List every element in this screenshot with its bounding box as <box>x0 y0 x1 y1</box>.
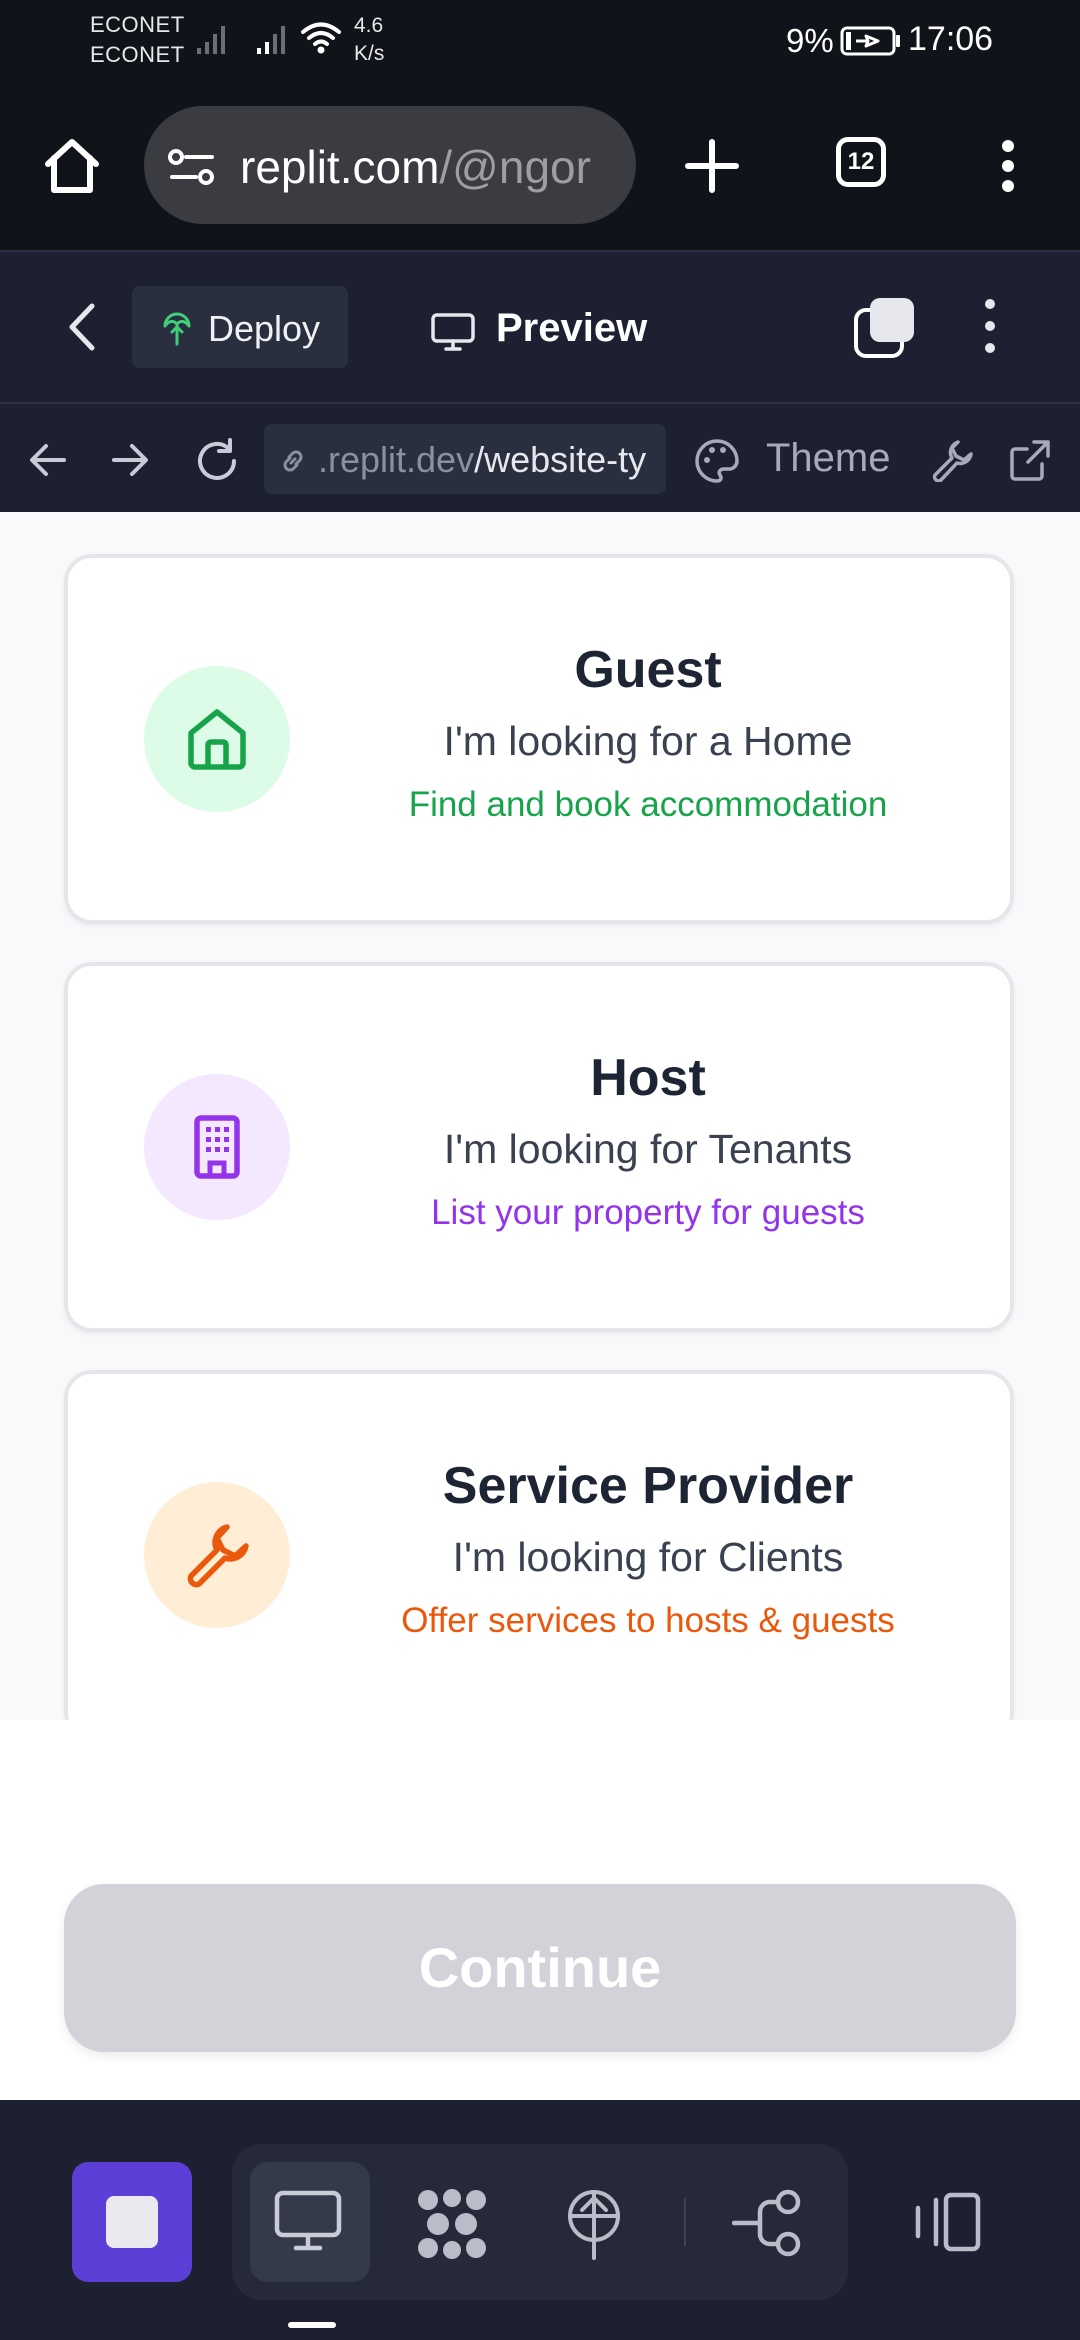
url-text: replit.com/@ngor <box>240 140 620 194</box>
plus-icon[interactable] <box>684 138 740 194</box>
role-text: Service Provider I'm looking for Clients… <box>328 1374 968 1642</box>
home-indicator <box>288 2322 336 2328</box>
network-speed-value: 4.6 <box>354 14 384 37</box>
battery-percent: 9% <box>786 22 834 59</box>
home-icon[interactable] <box>42 136 102 196</box>
role-title: Guest <box>574 641 722 699</box>
webview-url-bar[interactable]: .replit.dev/website-ty <box>264 424 666 494</box>
deploy-label: Deploy <box>208 308 321 349</box>
role-subtitle: I'm looking for Clients <box>452 1534 844 1580</box>
status-bar: ECONET ECONET 4.6 K/s 9% 17:06 <box>0 0 1080 80</box>
more-vertical-icon[interactable] <box>980 296 1000 356</box>
webview-url-path: /website-ty <box>474 439 647 480</box>
role-icon-badge <box>144 1074 290 1220</box>
site-settings-icon[interactable] <box>168 148 216 186</box>
address-bar[interactable]: replit.com/@ngor <box>144 106 636 224</box>
stop-icon <box>106 2196 158 2248</box>
role-card-service-provider[interactable]: Service Provider I'm looking for Clients… <box>64 1370 1014 1740</box>
more-vertical-icon[interactable] <box>996 138 1020 194</box>
role-text: Guest I'm looking for a Home Find and bo… <box>328 558 968 826</box>
url-path: /@ngor <box>439 141 591 193</box>
wrench-icon[interactable] <box>930 438 974 482</box>
webview-toolbar: .replit.dev/website-ty Theme <box>0 402 1080 514</box>
stop-button[interactable] <box>72 2162 192 2282</box>
role-description: List your property for guests <box>431 1193 865 1232</box>
network-speed-unit: K/s <box>354 42 385 65</box>
external-link-icon[interactable] <box>1008 438 1052 482</box>
carrier-name-2: ECONET <box>90 42 185 67</box>
role-text: Host I'm looking for Tenants List your p… <box>328 966 968 1234</box>
continue-area: Continue <box>0 1720 1080 2100</box>
role-icon-badge <box>144 666 290 812</box>
role-selection-page: Guest I'm looking for a Home Find and bo… <box>0 512 1080 1740</box>
role-subtitle: I'm looking for Tenants <box>443 1126 853 1172</box>
role-subtitle: I'm looking for a Home <box>443 718 853 764</box>
tool-switcher <box>232 2144 848 2300</box>
carrier-name-1: ECONET <box>90 12 185 37</box>
url-host: replit.com <box>240 141 440 193</box>
wrench-icon <box>187 1524 249 1588</box>
reload-icon[interactable] <box>194 438 240 484</box>
monitor-icon <box>431 313 475 351</box>
replit-bottom-bar <box>0 2100 1080 2340</box>
theme-label: Theme <box>766 436 891 480</box>
git-branch-icon[interactable] <box>732 2188 804 2258</box>
role-title: Service Provider <box>442 1457 854 1515</box>
role-title: Host <box>590 1049 706 1107</box>
chevron-left-icon[interactable] <box>62 302 102 352</box>
deploy-icon[interactable] <box>562 2188 626 2260</box>
role-description: Find and book accommodation <box>408 785 888 824</box>
continue-button[interactable]: Continue <box>64 1884 1016 2052</box>
deploy-button[interactable]: Deploy <box>132 286 348 368</box>
monitor-icon <box>274 2190 342 2251</box>
deploy-icon <box>163 312 191 346</box>
webview-url-text: .replit.dev/website-ty <box>318 439 646 481</box>
link-icon <box>283 450 303 472</box>
signal-icon <box>257 26 285 54</box>
arrow-right-icon[interactable] <box>110 440 150 480</box>
signal-icon <box>197 26 225 54</box>
battery-charging-icon <box>840 26 900 56</box>
replit-header: Deploy Preview <box>0 250 1080 404</box>
divider <box>684 2198 686 2246</box>
tabs-count-button[interactable]: 12 <box>836 137 886 187</box>
arrow-left-icon[interactable] <box>28 440 68 480</box>
role-description: Offer services to hosts & guests <box>401 1601 895 1640</box>
building-icon <box>194 1115 240 1179</box>
panels-icon[interactable] <box>912 2192 982 2252</box>
role-icon-badge <box>144 1482 290 1628</box>
browser-toolbar: replit.com/@ngor 12 <box>0 80 1080 250</box>
clock: 17:06 <box>908 20 994 58</box>
role-card-host[interactable]: Host I'm looking for Tenants List your p… <box>64 962 1014 1332</box>
wifi-icon <box>301 22 341 54</box>
home-icon <box>188 709 246 770</box>
role-card-guest[interactable]: Guest I'm looking for a Home Find and bo… <box>64 554 1014 924</box>
palette-icon <box>695 439 739 483</box>
multi-window-icon[interactable] <box>852 296 916 360</box>
webview-url-host: .replit.dev <box>318 439 475 480</box>
preview-label: Preview <box>496 306 648 350</box>
workflows-icon[interactable] <box>414 2188 490 2260</box>
